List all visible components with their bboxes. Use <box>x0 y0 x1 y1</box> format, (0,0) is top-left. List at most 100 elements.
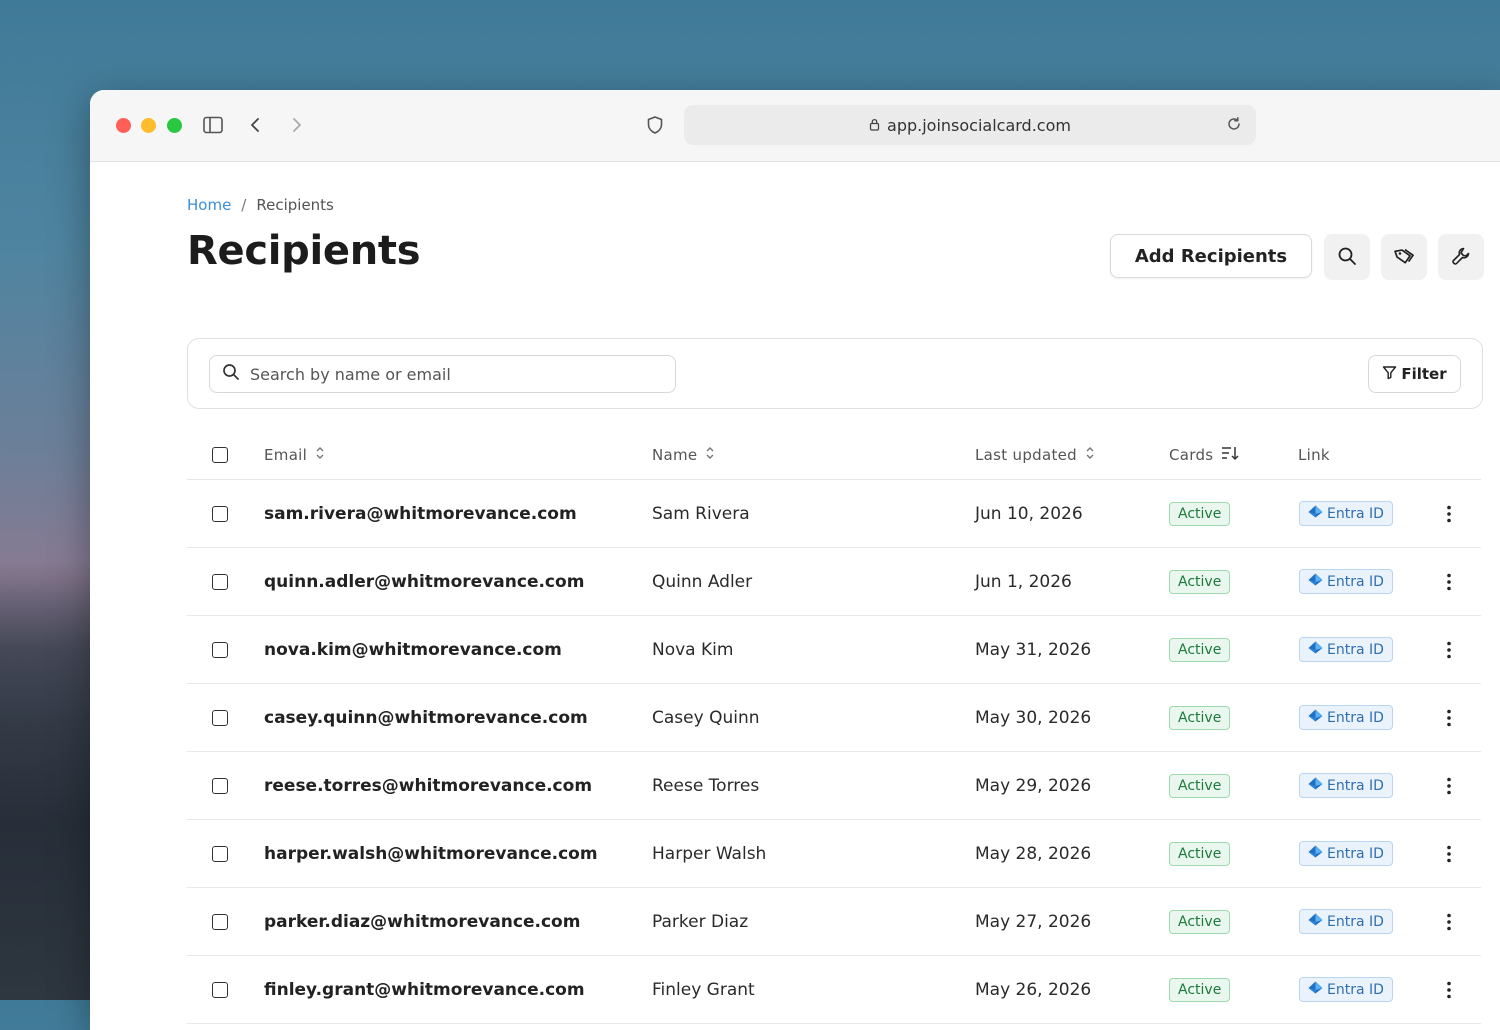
recipient-email: casey.quinn@whitmorevance.com <box>264 707 588 728</box>
column-link-label: Link <box>1298 445 1330 464</box>
sort-icon <box>1085 445 1095 465</box>
kebab-icon[interactable] <box>1439 502 1459 526</box>
settings-button[interactable] <box>1438 234 1484 280</box>
filter-label: Filter <box>1401 365 1447 383</box>
status-badge: Active <box>1169 773 1231 798</box>
entra-id-link[interactable]: Entra ID <box>1299 705 1393 730</box>
sort-icon <box>315 445 325 465</box>
row-checkbox[interactable] <box>212 913 228 930</box>
close-window-button[interactable] <box>116 118 131 133</box>
kebab-icon[interactable] <box>1439 706 1459 730</box>
last-updated-date: May 26, 2026 <box>975 979 1092 1000</box>
shield-icon[interactable] <box>644 114 666 136</box>
table-header: Email Name Last updated Cards Link <box>187 430 1481 480</box>
last-updated-date: Jun 1, 2026 <box>975 571 1072 592</box>
entra-id-link[interactable]: Entra ID <box>1299 637 1393 662</box>
kebab-icon[interactable] <box>1439 570 1459 594</box>
row-checkbox[interactable] <box>212 641 228 658</box>
recipient-email: sam.rivera@whitmorevance.com <box>264 503 577 524</box>
entra-id-icon <box>1308 641 1323 658</box>
minimize-window-button[interactable] <box>141 118 156 133</box>
entra-id-icon <box>1308 913 1323 930</box>
recipient-email: quinn.adler@whitmorevance.com <box>264 571 585 592</box>
select-all-checkbox[interactable] <box>212 446 228 463</box>
entra-id-label: Entra ID <box>1327 777 1384 794</box>
entra-id-link[interactable]: Entra ID <box>1299 501 1393 526</box>
status-badge: Active <box>1169 569 1231 594</box>
last-updated-date: May 28, 2026 <box>975 843 1092 864</box>
last-updated-date: Jun 10, 2026 <box>975 503 1083 524</box>
recipient-name: Finley Grant <box>652 979 755 1000</box>
entra-id-label: Entra ID <box>1327 913 1384 930</box>
entra-id-link[interactable]: Entra ID <box>1299 841 1393 866</box>
row-checkbox[interactable] <box>212 709 228 726</box>
last-updated-date: May 27, 2026 <box>975 911 1092 932</box>
entra-id-icon <box>1308 709 1323 726</box>
zoom-window-button[interactable] <box>167 118 182 133</box>
column-cards-header[interactable]: Cards <box>1169 430 1239 479</box>
status-badge: Active <box>1169 637 1231 662</box>
table-row[interactable]: sam.rivera@whitmorevance.com Sam Rivera … <box>187 480 1481 548</box>
table-row[interactable]: finley.grant@whitmorevance.com Finley Gr… <box>187 956 1481 1024</box>
row-checkbox[interactable] <box>212 981 228 998</box>
kebab-icon[interactable] <box>1439 910 1459 934</box>
entra-id-label: Entra ID <box>1327 641 1384 658</box>
recipient-name: Reese Torres <box>652 775 760 796</box>
sort-descending-icon <box>1221 445 1239 465</box>
search-field-wrapper[interactable] <box>209 355 676 393</box>
filter-button[interactable]: Filter <box>1368 355 1461 393</box>
browser-toolbar: app.joinsocialcard.com <box>90 90 1500 162</box>
column-email-label: Email <box>264 445 308 464</box>
row-checkbox[interactable] <box>212 777 228 794</box>
status-badge: Active <box>1169 705 1231 730</box>
breadcrumb-home-link[interactable]: Home <box>187 196 231 214</box>
entra-id-label: Entra ID <box>1327 573 1384 590</box>
tag-icon <box>1393 246 1415 269</box>
tags-button[interactable] <box>1381 234 1427 280</box>
breadcrumb-current: Recipients <box>256 196 334 214</box>
kebab-icon[interactable] <box>1439 842 1459 866</box>
recipient-email: reese.torres@whitmorevance.com <box>264 775 593 796</box>
status-badge: Active <box>1169 977 1231 1002</box>
row-checkbox[interactable] <box>212 505 228 522</box>
add-recipients-button[interactable]: Add Recipients <box>1110 234 1312 278</box>
entra-id-link[interactable]: Entra ID <box>1299 977 1393 1002</box>
row-checkbox[interactable] <box>212 573 228 590</box>
entra-id-icon <box>1308 777 1323 794</box>
recipient-email: parker.diaz@whitmorevance.com <box>264 911 581 932</box>
table-row[interactable]: nova.kim@whitmorevance.com Nova Kim May … <box>187 616 1481 684</box>
sidebar-toggle-icon[interactable] <box>202 114 224 136</box>
table-body: sam.rivera@whitmorevance.com Sam Rivera … <box>187 480 1481 1024</box>
reload-icon[interactable] <box>1226 116 1242 136</box>
recipient-email: harper.walsh@whitmorevance.com <box>264 843 598 864</box>
main-content: Home / Recipients Recipients Add Recipie… <box>187 162 1500 1030</box>
kebab-icon[interactable] <box>1439 774 1459 798</box>
url-text: app.joinsocialcard.com <box>887 115 1071 135</box>
table-row[interactable]: casey.quinn@whitmorevance.com Casey Quin… <box>187 684 1481 752</box>
column-last-updated-header[interactable]: Last updated <box>975 430 1095 479</box>
recipient-name: Casey Quinn <box>652 707 760 728</box>
entra-id-link[interactable]: Entra ID <box>1299 773 1393 798</box>
entra-id-label: Entra ID <box>1327 505 1384 522</box>
entra-id-icon <box>1308 845 1323 862</box>
column-name-header[interactable]: Name <box>652 430 715 479</box>
entra-id-link[interactable]: Entra ID <box>1299 569 1393 594</box>
status-badge: Active <box>1169 909 1231 934</box>
search-button[interactable] <box>1324 234 1370 280</box>
kebab-icon[interactable] <box>1439 638 1459 662</box>
table-row[interactable]: quinn.adler@whitmorevance.com Quinn Adle… <box>187 548 1481 616</box>
address-bar[interactable]: app.joinsocialcard.com <box>684 105 1256 145</box>
table-row[interactable]: harper.walsh@whitmorevance.com Harper Wa… <box>187 820 1481 888</box>
row-checkbox[interactable] <box>212 845 228 862</box>
back-icon[interactable] <box>244 114 266 136</box>
recipient-name: Quinn Adler <box>652 571 753 592</box>
table-row[interactable]: reese.torres@whitmorevance.com Reese Tor… <box>187 752 1481 820</box>
kebab-icon[interactable] <box>1439 978 1459 1002</box>
column-email-header[interactable]: Email <box>264 430 325 479</box>
entra-id-link[interactable]: Entra ID <box>1299 909 1393 934</box>
search-icon <box>1337 246 1357 269</box>
table-row[interactable]: parker.diaz@whitmorevance.com Parker Dia… <box>187 888 1481 956</box>
recipient-email: finley.grant@whitmorevance.com <box>264 979 585 1000</box>
forward-icon[interactable] <box>286 114 308 136</box>
search-input[interactable] <box>248 363 652 385</box>
